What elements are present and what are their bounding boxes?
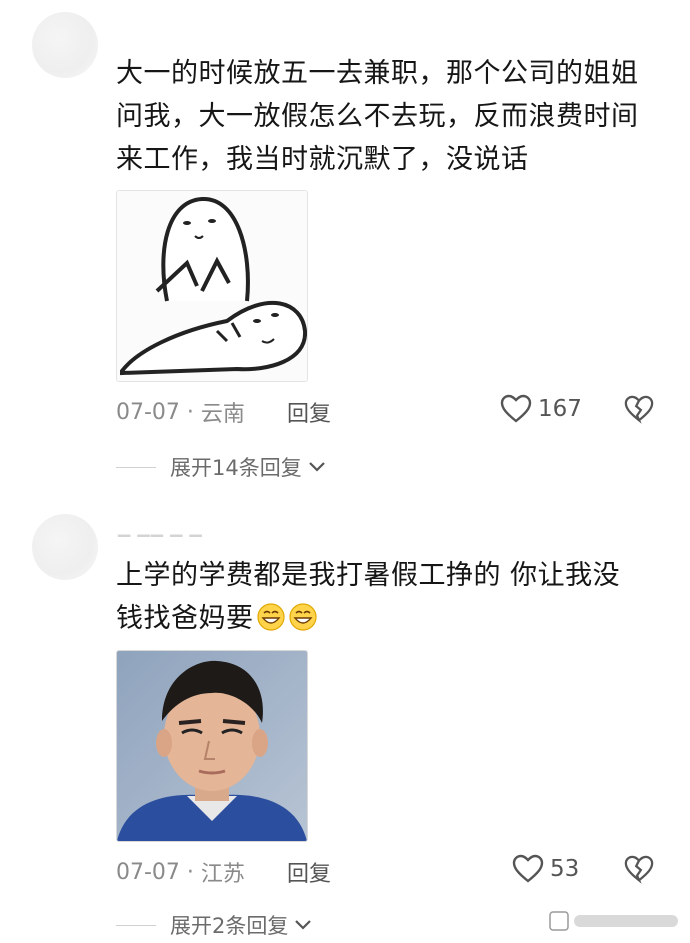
like-button[interactable]: 53: [512, 854, 579, 884]
broken-heart-icon: [624, 855, 654, 884]
heart-icon: [500, 394, 532, 423]
portrait-photo-image: [117, 651, 307, 841]
divider-line: [116, 924, 156, 926]
like-button[interactable]: 167: [500, 394, 582, 424]
like-count: 53: [550, 856, 580, 882]
chevron-down-icon: [295, 920, 312, 930]
comment-date: 07-07: [116, 399, 180, 425]
expand-replies[interactable]: 展开14条回复: [116, 452, 326, 482]
comment-location: 江苏: [200, 862, 245, 887]
comment-text-content: 上学的学费都是我打暑假工挣的 你让我没钱找爸妈要: [116, 560, 621, 634]
watermark: [548, 906, 682, 936]
comment-text: 上学的学费都是我打暑假工挣的 你让我没钱找爸妈要: [116, 554, 646, 640]
smile-emoji-icon: [288, 603, 317, 631]
separator-dot: ·: [179, 859, 201, 885]
comment-image-sticker[interactable]: [116, 190, 308, 382]
divider-line: [116, 466, 156, 468]
avatar[interactable]: [32, 12, 98, 78]
chevron-down-icon: [308, 462, 325, 472]
expand-label: 展开14条回复: [170, 456, 302, 480]
watermark-logo: [549, 911, 678, 931]
sticker-image: [117, 191, 307, 381]
username[interactable]: ▁ ▁▁ ▁ ▁: [118, 518, 203, 537]
heart-icon: [512, 854, 544, 883]
comment-meta: 07-07 · 江苏 回复: [116, 856, 331, 888]
separator-dot: ·: [179, 399, 201, 425]
comment-image-photo[interactable]: [116, 650, 308, 842]
comment-date: 07-07: [116, 859, 180, 885]
comment-location: 云南: [200, 402, 245, 427]
expand-label: 展开2条回复: [170, 914, 289, 938]
expand-replies[interactable]: 展开2条回复: [116, 910, 312, 940]
dislike-button[interactable]: [624, 394, 654, 428]
comment-text: 大一的时候放五一去兼职，那个公司的姐姐问我，大一放假怎么不去玩，反而浪费时间来工…: [116, 58, 639, 175]
smile-emoji-icon: [256, 603, 285, 631]
comment-meta: 07-07 · 云南 回复: [116, 396, 331, 428]
like-count: 167: [538, 396, 582, 422]
broken-heart-icon: [624, 395, 654, 424]
reply-button[interactable]: 回复: [287, 396, 331, 428]
reply-button[interactable]: 回复: [287, 856, 331, 888]
dislike-button[interactable]: [624, 854, 654, 888]
avatar[interactable]: [32, 514, 98, 580]
